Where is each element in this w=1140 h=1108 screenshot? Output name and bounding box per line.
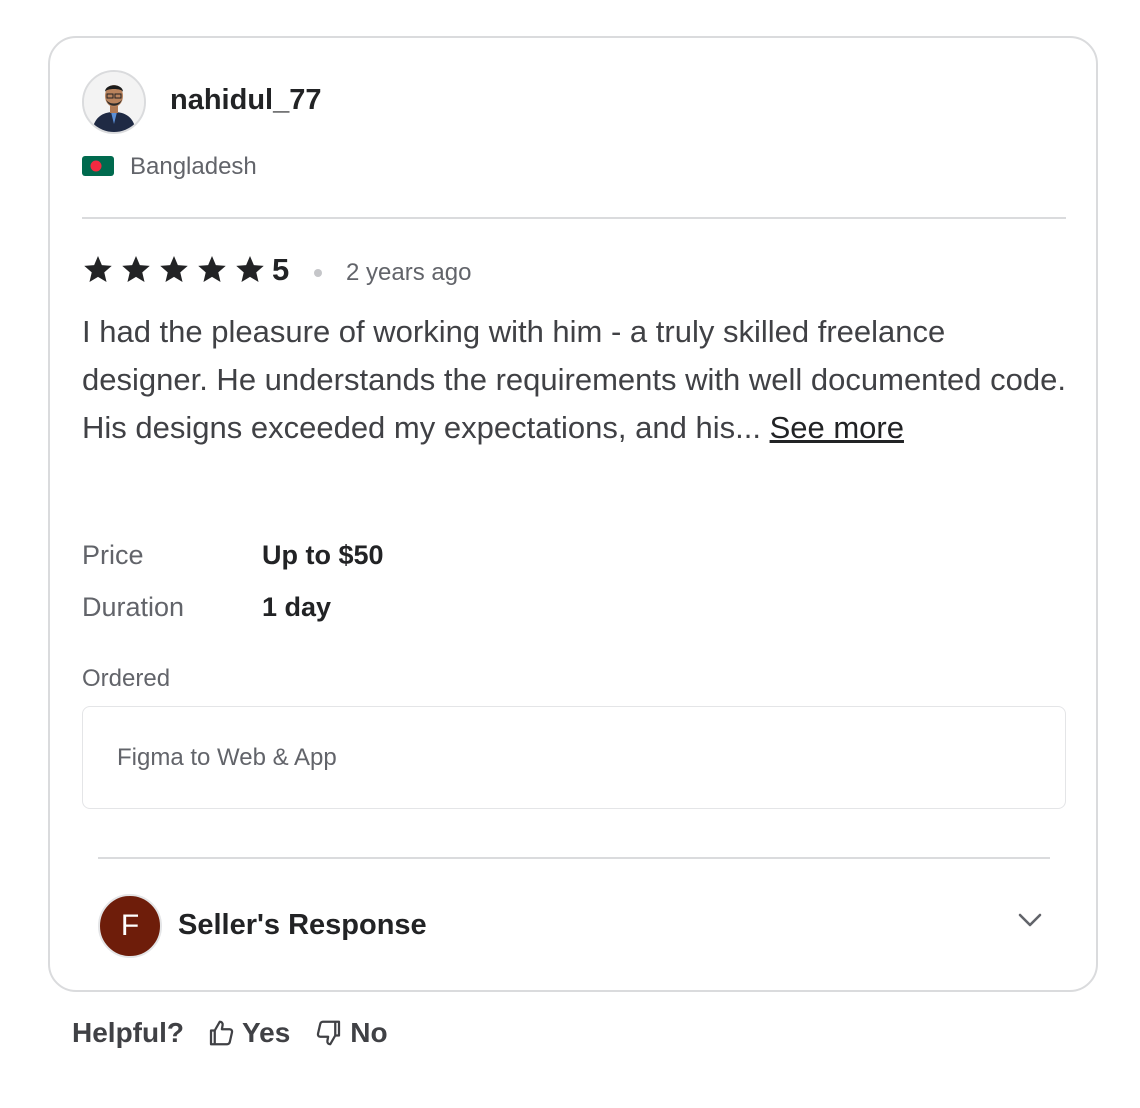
helpful-yes-label: Yes: [242, 1017, 291, 1048]
star-icon: [236, 256, 264, 282]
star-icon: [84, 256, 112, 282]
duration-label: Duration: [82, 592, 185, 622]
thumbs-down-icon: [317, 1020, 341, 1046]
bangladesh-flag-icon: [82, 156, 114, 176]
star-rating: [82, 254, 266, 286]
review-time: 2 years ago: [346, 259, 472, 286]
ordered-item-box[interactable]: Figma to Web & App: [82, 706, 1066, 809]
reviewer-username[interactable]: nahidul_77: [170, 82, 322, 118]
review-text: I had the pleasure of working with him -…: [82, 308, 1072, 452]
duration-value: 1 day: [262, 592, 332, 622]
star-icon: [198, 256, 226, 282]
reviewer-avatar[interactable]: [82, 70, 146, 134]
reviewer-country: Bangladesh: [130, 153, 257, 180]
star-icon: [122, 256, 150, 282]
separator-dot: [314, 269, 322, 277]
seller-avatar: F: [98, 894, 162, 958]
divider: [98, 857, 1050, 859]
rating-value: 5: [272, 252, 290, 287]
helpful-no-button[interactable]: No: [314, 1016, 388, 1050]
see-more-link[interactable]: See more: [770, 410, 904, 445]
helpful-no-label: No: [350, 1017, 388, 1048]
ordered-item-title[interactable]: Figma to Web & App: [117, 743, 337, 773]
price-label: Price: [82, 540, 144, 570]
divider: [82, 217, 1066, 219]
chevron-down-icon[interactable]: [1016, 906, 1044, 934]
thumbs-up-icon: [209, 1020, 234, 1046]
helpful-bar: Helpful? Yes No: [72, 1016, 412, 1050]
seller-response-title[interactable]: Seller's Response: [178, 907, 427, 943]
star-icon: [160, 256, 188, 282]
helpful-yes-button[interactable]: Yes: [206, 1016, 290, 1050]
price-value: Up to $50: [262, 540, 384, 570]
review-body: I had the pleasure of working with him -…: [82, 314, 1066, 445]
ordered-label: Ordered: [82, 665, 171, 692]
helpful-question: Helpful?: [72, 1017, 184, 1048]
